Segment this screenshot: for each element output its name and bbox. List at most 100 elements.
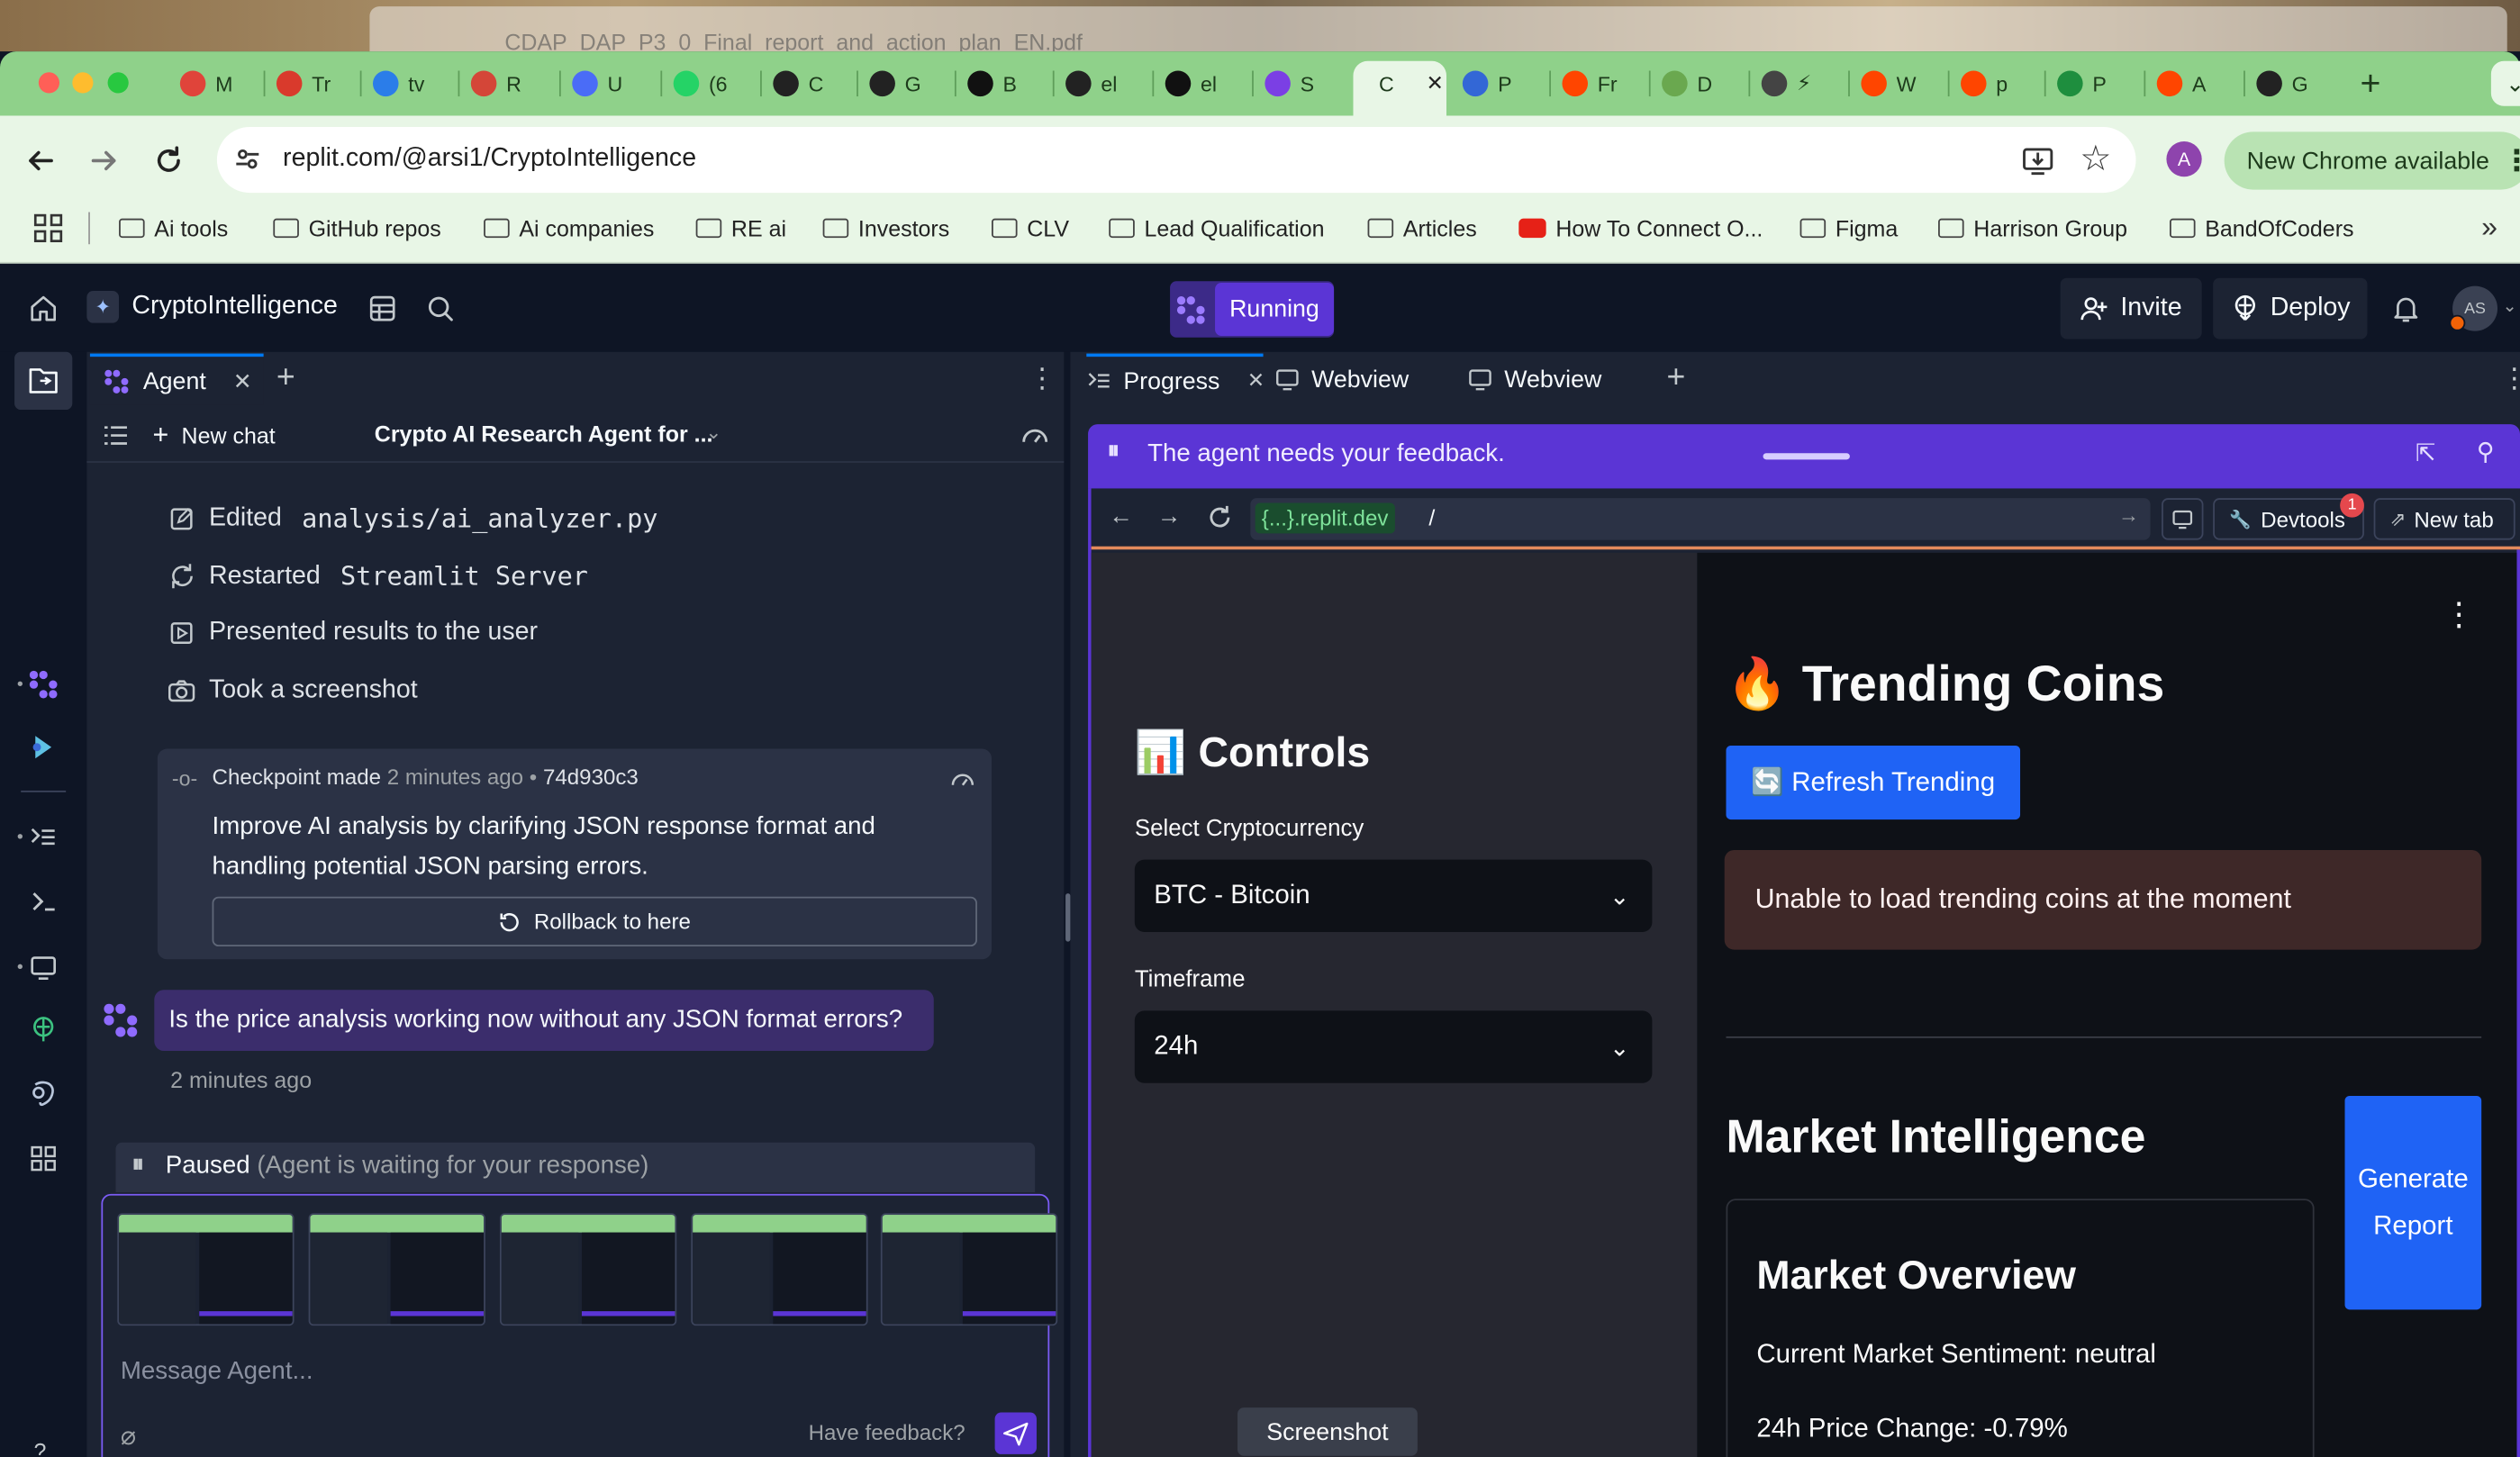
invite-button[interactable]: Invite xyxy=(2060,277,2202,339)
browser-tab[interactable]: Tr xyxy=(276,63,360,104)
new-tab-webview-button[interactable]: ⇗ New tab xyxy=(2373,498,2515,540)
assistant-tool-button[interactable] xyxy=(26,729,61,765)
bookmark-item[interactable]: Investors xyxy=(822,213,949,245)
deployments-tool-button[interactable] xyxy=(26,1012,61,1047)
new-chat-button[interactable]: + New chat xyxy=(153,420,276,452)
bookmark-item[interactable]: RE ai xyxy=(695,213,786,245)
profile-avatar[interactable]: A xyxy=(2166,141,2202,177)
message-input[interactable]: Message Agent... xyxy=(121,1358,313,1387)
browser-tab[interactable]: ⚡ xyxy=(1761,63,1845,104)
rollback-button[interactable]: Rollback to here xyxy=(212,896,977,947)
close-window-button[interactable] xyxy=(38,72,60,94)
panel-menu-icon[interactable]: ⋮ xyxy=(1029,363,1056,395)
webview-forward-icon[interactable]: → xyxy=(1157,503,1182,530)
bookmark-item[interactable]: How To Connect O... xyxy=(1518,213,1763,245)
browser-tab[interactable]: el xyxy=(1165,63,1249,104)
bookmark-item[interactable]: Figma xyxy=(1799,213,1898,245)
agent-tool-button[interactable] xyxy=(26,667,61,702)
browser-tab[interactable]: el xyxy=(1065,63,1149,104)
screenshot-thumbnail[interactable] xyxy=(691,1213,868,1326)
run-status-button[interactable]: Running xyxy=(1170,281,1335,338)
browser-tab[interactable]: W xyxy=(1861,63,1944,104)
avatar-chevron-icon[interactable]: ⌄ xyxy=(2502,295,2516,316)
browser-tab[interactable]: G xyxy=(869,63,953,104)
forward-button[interactable] xyxy=(86,141,124,180)
browser-tab[interactable]: U xyxy=(572,63,656,104)
home-button[interactable] xyxy=(26,291,61,326)
browser-tab[interactable]: G xyxy=(2256,63,2340,104)
browser-tab[interactable]: M xyxy=(179,63,264,104)
browser-tab[interactable]: C xyxy=(773,63,857,104)
files-tool-button[interactable] xyxy=(14,351,73,411)
browser-tab[interactable]: D xyxy=(1662,63,1745,104)
webview-tool-button[interactable] xyxy=(26,950,61,985)
screenshot-thumbnail[interactable] xyxy=(117,1213,295,1326)
all-tools-button[interactable] xyxy=(26,1141,61,1176)
back-button[interactable] xyxy=(21,141,59,180)
bookmark-item[interactable]: Ai tools xyxy=(119,213,228,245)
shell-tool-button[interactable] xyxy=(26,883,61,919)
bookmark-item[interactable]: Lead Qualification xyxy=(1109,213,1325,245)
tab-search-button[interactable]: ⌄ xyxy=(2490,60,2520,106)
chat-title-chevron-icon[interactable]: ⌄ xyxy=(705,421,721,444)
install-app-icon[interactable] xyxy=(2018,141,2057,180)
app-menu-icon[interactable]: ⋮ xyxy=(2443,594,2475,635)
new-tab-button[interactable]: + xyxy=(2352,63,2390,104)
file-tree-button[interactable] xyxy=(365,291,400,326)
browser-tab[interactable]: C ✕ xyxy=(1363,63,1446,104)
chat-title[interactable]: Crypto AI Research Agent for ... xyxy=(375,421,713,448)
webview-path[interactable]: / xyxy=(1428,504,1435,530)
pin-icon[interactable]: ⚲ xyxy=(2477,437,2495,466)
browser-tab[interactable]: P xyxy=(1462,63,1546,104)
deploy-button[interactable]: Deploy xyxy=(2213,277,2368,339)
reload-button[interactable] xyxy=(150,141,188,180)
close-tab-icon[interactable]: ✕ xyxy=(1247,368,1265,394)
send-button[interactable] xyxy=(994,1412,1037,1454)
search-button[interactable] xyxy=(422,291,458,326)
chrome-update-button[interactable]: New Chrome available ⋮ xyxy=(2224,131,2520,190)
generate-report-button[interactable]: Generate Report xyxy=(2344,1095,2482,1310)
database-tool-button[interactable] xyxy=(26,1077,61,1112)
bookmark-item[interactable]: GitHub repos xyxy=(273,213,441,245)
browser-tab[interactable]: tv xyxy=(372,63,457,104)
more-bookmarks-icon[interactable]: » xyxy=(2471,209,2506,244)
browser-tab[interactable]: B xyxy=(967,63,1051,104)
checkpoint-hash[interactable]: 74d930c3 xyxy=(543,765,639,789)
progress-tool-button[interactable] xyxy=(26,819,61,855)
notifications-button[interactable] xyxy=(2389,291,2424,326)
bookmark-item[interactable]: CLV xyxy=(991,213,1069,245)
crypto-select[interactable]: BTC - Bitcoin ⌄ xyxy=(1134,859,1653,932)
bookmark-item[interactable]: Ai companies xyxy=(484,213,654,245)
pane-menu-icon[interactable]: ⋮ xyxy=(2501,363,2520,395)
close-tab-icon[interactable]: ✕ xyxy=(233,367,252,394)
screenshot-thumbnail[interactable] xyxy=(308,1213,485,1326)
browser-tab[interactable]: A xyxy=(2156,63,2241,104)
bookmark-star-icon[interactable]: ☆ xyxy=(2076,138,2115,179)
screenshot-thumbnail[interactable] xyxy=(880,1213,1058,1326)
minimize-window-button[interactable] xyxy=(72,72,94,94)
webview-reload-icon[interactable] xyxy=(1205,503,1234,532)
bookmark-item[interactable]: Harrison Group xyxy=(1938,213,2127,245)
help-icon[interactable]: ? xyxy=(33,1438,46,1457)
pane-tab-webview[interactable]: Webview xyxy=(1274,354,1451,405)
close-tab-icon[interactable]: ✕ xyxy=(1426,71,1443,97)
webview-go-icon[interactable]: → xyxy=(2118,503,2139,528)
url-text[interactable]: replit.com/@arsi1/CryptoIntelligence xyxy=(283,145,696,174)
add-pane-tab-button[interactable]: + xyxy=(1666,360,1685,397)
device-toggle-button[interactable] xyxy=(2162,498,2204,540)
feedback-link[interactable]: Have feedback? xyxy=(809,1420,965,1444)
chat-history-button[interactable] xyxy=(100,420,132,452)
banner-drag-handle[interactable] xyxy=(1763,453,1850,460)
pane-tab-progress[interactable]: Progress ✕ xyxy=(1086,353,1265,405)
apps-grid-icon[interactable] xyxy=(32,213,65,245)
bookmark-item[interactable]: BandOfCoders xyxy=(2169,213,2354,245)
browser-tab[interactable]: Fr xyxy=(1562,63,1645,104)
browser-tab[interactable]: (6 xyxy=(673,63,757,104)
project-name[interactable]: CryptoIntelligence xyxy=(131,293,338,321)
checkpoint-gauge-icon[interactable] xyxy=(948,765,977,793)
attach-icon[interactable]: ⌀ xyxy=(121,1420,136,1452)
timeframe-select[interactable]: 24h ⌄ xyxy=(1134,1010,1653,1083)
agent-tab[interactable]: Agent ✕ xyxy=(89,353,264,405)
bookmark-item[interactable]: Articles xyxy=(1367,213,1477,245)
screenshot-thumbnail[interactable] xyxy=(499,1213,677,1326)
